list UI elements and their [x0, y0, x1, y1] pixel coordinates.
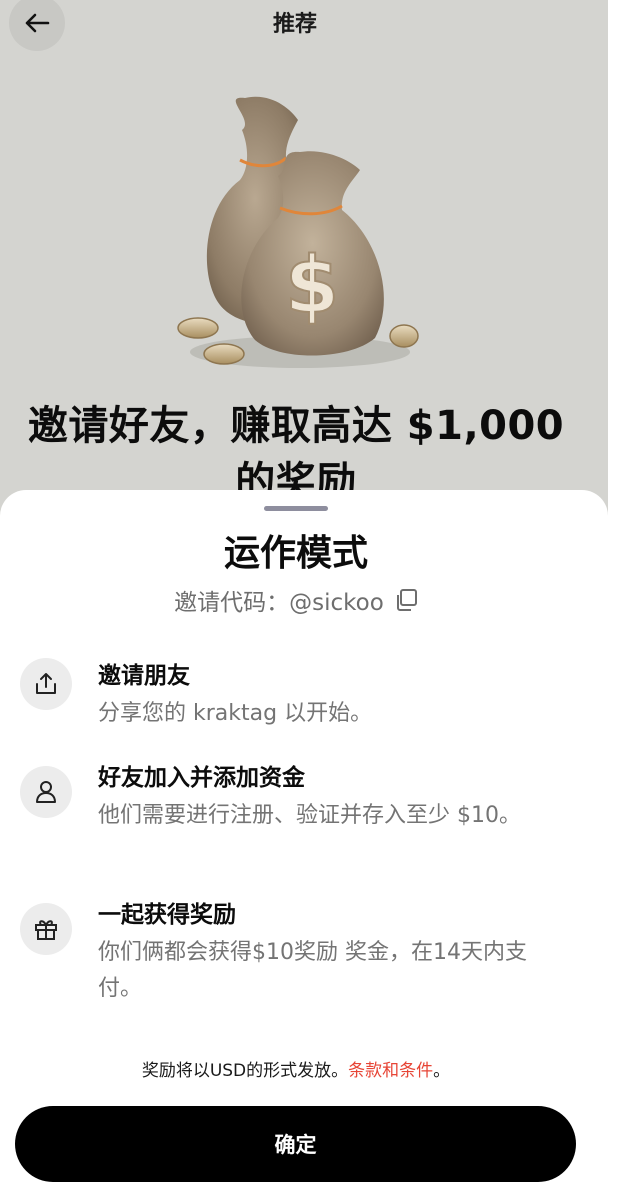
terms-link[interactable]: 条款和条件	[348, 1061, 433, 1081]
invite-code-label: 邀请代码：	[174, 590, 290, 616]
step-description: 他们需要进行注册、验证并存入至少 $10。	[98, 803, 521, 828]
sheet-drag-handle[interactable]	[264, 506, 328, 511]
page-title: 推荐	[272, 12, 317, 37]
gift-icon	[20, 903, 72, 955]
headline-line-1: 邀请好友，赚取高达 $1,000	[27, 403, 565, 449]
edge-strip	[608, 0, 621, 1193]
footnote-end: 。	[433, 1061, 451, 1081]
invite-code-value: @sickoo	[289, 590, 384, 616]
step-description: 你们俩都会获得$10奖励 奖金，在14天内支付。	[98, 940, 527, 1001]
svg-text:$: $	[285, 241, 339, 331]
sheet-title: 运作模式	[223, 533, 368, 574]
share-icon	[20, 658, 72, 710]
step-title: 邀请朋友	[98, 663, 190, 689]
person-icon	[20, 766, 72, 818]
step-title: 一起获得奖励	[98, 902, 236, 928]
invite-code-row: 邀请代码：@sickoo	[0, 583, 592, 617]
footnote-text: 奖励将以USD的形式发放。	[141, 1061, 349, 1081]
rewards-footnote: 奖励将以USD的形式发放。条款和条件。	[0, 1056, 592, 1081]
copy-icon[interactable]	[394, 588, 418, 612]
money-bags-illustration: $	[177, 96, 419, 368]
step-title: 好友加入并添加资金	[98, 765, 305, 791]
confirm-button[interactable]: 确定	[15, 1106, 576, 1182]
step-description: 分享您的 kraktag 以开始。	[98, 701, 373, 726]
bottom-sheet: 运作模式 邀请代码：@sickoo 邀请朋友 分享您的 kraktag 以开始。	[0, 490, 608, 1193]
